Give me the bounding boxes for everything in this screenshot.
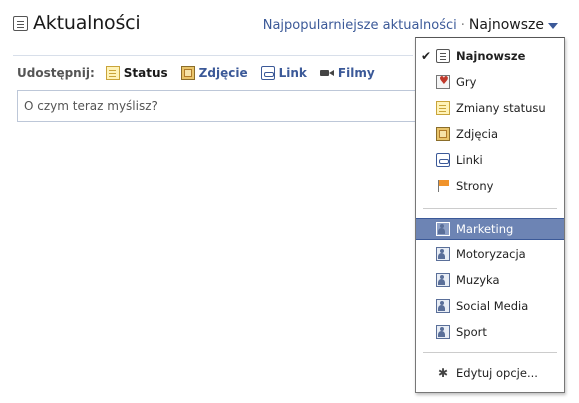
share-bar: Udostępnij: Status Zdjęcie Link Filmy — [17, 66, 388, 80]
menu-item-label: Marketing — [456, 222, 514, 236]
games-icon — [436, 74, 450, 89]
menu-item-label: Linki — [456, 153, 483, 167]
share-video-button[interactable]: Filmy — [319, 66, 375, 80]
link-icon — [436, 153, 450, 167]
page-title: Aktualności — [33, 12, 141, 34]
status-composer-input[interactable]: O czym teraz myślisz? — [17, 90, 437, 122]
menu-item-label: Zdjęcia — [456, 127, 499, 141]
check-icon: ✔ — [420, 49, 432, 63]
header-divider — [13, 55, 413, 56]
sort-top-news-link[interactable]: Najpopularniejsze aktualności — [263, 18, 457, 33]
menu-divider — [423, 208, 557, 209]
sort-separator: · — [460, 17, 465, 33]
menu-item-list-muzyka[interactable]: Muzyka — [416, 269, 564, 291]
menu-item-label: Gry — [456, 75, 477, 89]
menu-item-list-motoryzacja[interactable]: Motoryzacja — [416, 243, 564, 265]
gear-icon: ✱ — [437, 366, 449, 380]
menu-item-label: Edytuj opcje... — [456, 366, 538, 380]
menu-item-list-social-media[interactable]: Social Media — [416, 295, 564, 317]
sort-controls: Najpopularniejsze aktualności · Najnowsz… — [263, 17, 558, 33]
share-link-label: Link — [278, 66, 307, 80]
share-video-label: Filmy — [337, 66, 375, 80]
share-status-button[interactable]: Status — [105, 66, 168, 80]
menu-divider — [423, 352, 557, 353]
menu-item-label: Sport — [456, 325, 487, 339]
menu-item-most-recent[interactable]: ✔ Najnowsze — [416, 45, 564, 67]
chevron-down-icon[interactable] — [548, 23, 558, 29]
video-icon — [319, 66, 334, 80]
share-status-label: Status — [123, 66, 168, 80]
friend-list-icon — [436, 325, 450, 339]
menu-item-list-sport[interactable]: Sport — [416, 321, 564, 343]
status-icon — [436, 101, 450, 115]
share-photo-label: Zdjęcie — [198, 66, 248, 80]
menu-item-label: Strony — [456, 179, 494, 193]
menu-item-label: Zmiany statusu — [456, 101, 546, 115]
menu-item-links[interactable]: Linki — [416, 149, 564, 171]
pages-flag-icon — [436, 179, 450, 193]
menu-item-games[interactable]: Gry — [416, 71, 564, 93]
share-label: Udostępnij: — [17, 66, 95, 80]
menu-item-label: Najnowsze — [456, 49, 526, 63]
sort-most-recent-button[interactable]: Najnowsze — [469, 17, 544, 33]
link-icon — [260, 66, 275, 80]
menu-item-status-updates[interactable]: Zmiany statusu — [416, 97, 564, 119]
menu-item-pages[interactable]: Strony — [416, 175, 564, 197]
menu-item-label: Social Media — [456, 299, 529, 313]
friend-list-icon — [436, 299, 450, 313]
feed-filter-dropdown: ✔ Najnowsze Gry Zmiany statusu Zdjęcia L… — [415, 37, 565, 393]
news-feed-icon — [13, 15, 28, 31]
menu-item-list-marketing[interactable]: Marketing — [416, 218, 564, 240]
page-header: Aktualności Najpopularniejsze aktualnośc… — [13, 12, 566, 40]
photo-icon — [436, 127, 450, 141]
status-icon — [105, 66, 120, 80]
share-photo-button[interactable]: Zdjęcie — [180, 66, 248, 80]
photo-icon — [180, 66, 195, 80]
menu-item-edit-options[interactable]: ✱ Edytuj opcje... — [416, 362, 564, 384]
friend-list-icon — [436, 247, 450, 261]
share-link-button[interactable]: Link — [260, 66, 307, 80]
friend-list-icon — [436, 273, 450, 287]
menu-item-label: Motoryzacja — [456, 247, 526, 261]
news-feed-icon — [436, 49, 450, 63]
friend-list-icon — [436, 222, 450, 236]
title-group: Aktualności — [13, 12, 141, 34]
menu-item-label: Muzyka — [456, 273, 500, 287]
menu-item-photos[interactable]: Zdjęcia — [416, 123, 564, 145]
